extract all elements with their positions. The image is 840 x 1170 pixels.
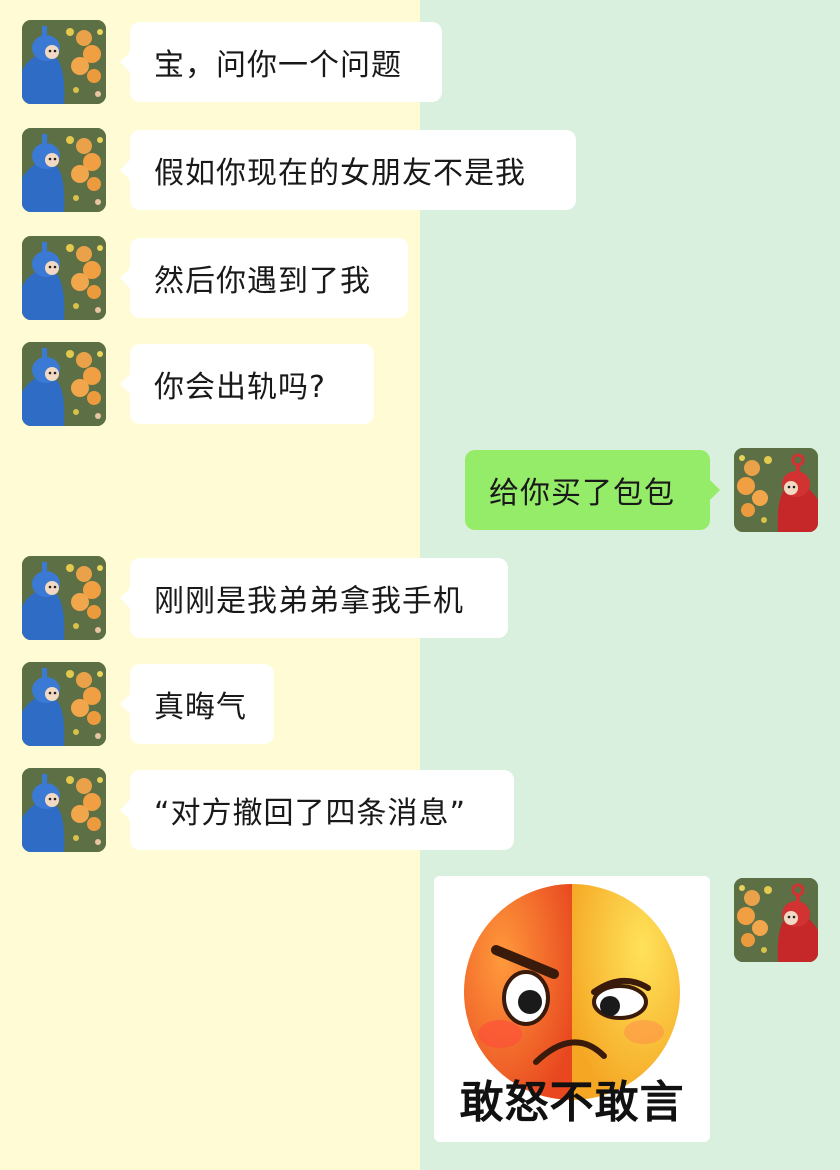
- avatar[interactable]: [22, 236, 106, 320]
- message-bubble[interactable]: 假如你现在的女朋友不是我: [120, 130, 576, 210]
- sticker-message[interactable]: 敢怒不敢言: [434, 876, 710, 1142]
- message-bubble[interactable]: 刚刚是我弟弟拿我手机: [120, 558, 508, 638]
- avatar[interactable]: [22, 128, 106, 212]
- avatar[interactable]: [22, 20, 106, 104]
- message-bubble[interactable]: 真晦气: [120, 664, 274, 744]
- sticker-caption: 敢怒不敢言: [459, 1077, 685, 1128]
- message-bubble-outgoing[interactable]: 给你买了包包: [465, 450, 720, 530]
- avatar[interactable]: [22, 662, 106, 746]
- message-bubble[interactable]: 你会出轨吗?: [120, 344, 374, 424]
- blue-teletubby-avatar-icon: [22, 236, 106, 320]
- message-text: 真晦气: [154, 690, 247, 725]
- blue-teletubby-avatar-icon: [22, 662, 106, 746]
- message-text: 给你买了包包: [489, 476, 675, 511]
- blue-teletubby-avatar-icon: [22, 556, 106, 640]
- red-teletubby-avatar-icon: [734, 448, 818, 532]
- message-text: 假如你现在的女朋友不是我: [154, 156, 526, 191]
- message-text: 宝，问你一个问题: [154, 48, 402, 83]
- avatar[interactable]: [22, 768, 106, 852]
- blue-teletubby-avatar-icon: [22, 342, 106, 426]
- message-bubble[interactable]: 宝，问你一个问题: [120, 22, 442, 102]
- blue-teletubby-avatar-icon: [22, 768, 106, 852]
- red-teletubby-avatar-icon: [734, 878, 818, 962]
- blue-teletubby-avatar-icon: [22, 20, 106, 104]
- message-text: “对方撤回了四条消息”: [154, 796, 467, 831]
- avatar[interactable]: [22, 342, 106, 426]
- message-bubble[interactable]: 然后你遇到了我: [120, 238, 408, 318]
- message-text: 你会出轨吗?: [154, 370, 326, 405]
- avatar[interactable]: [22, 556, 106, 640]
- message-bubble[interactable]: “对方撤回了四条消息”: [120, 770, 514, 850]
- message-text: 刚刚是我弟弟拿我手机: [154, 584, 464, 619]
- blue-teletubby-avatar-icon: [22, 128, 106, 212]
- avatar[interactable]: [734, 448, 818, 532]
- avatar[interactable]: [734, 878, 818, 962]
- message-text: 然后你遇到了我: [154, 264, 371, 299]
